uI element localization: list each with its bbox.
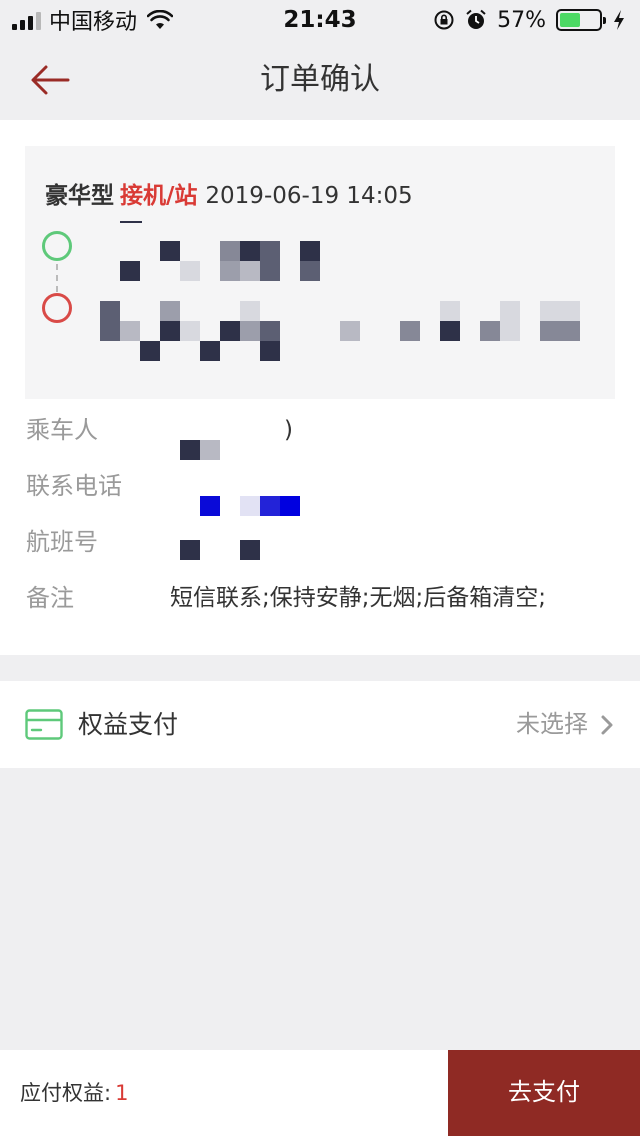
benefit-payment-status: 未选择 [516,710,588,738]
start-location-icon [42,231,72,261]
amount-due: 应付权益: 1 [20,1050,128,1136]
phone-label: 联系电话 [26,472,122,500]
rotation-lock-icon [434,10,454,30]
battery-percent: 57% [497,7,546,33]
battery-icon [556,9,606,31]
trip-datetime: 2019-06-19 14:05 [205,183,413,209]
status-bar: 中国移动 21:43 57% [0,0,640,40]
pay-button[interactable]: 去支付 [448,1050,640,1136]
flight-number-redacted [180,540,260,560]
passenger-name-redacted [180,440,220,460]
passenger-label: 乘车人 [26,416,98,444]
flight-row: 航班号 [0,522,640,562]
trip-card: 豪华型 接机/站 2019-06-19 14:05 [25,146,615,399]
passenger-value: ) [284,417,293,443]
destination-address-redacted [100,301,590,361]
alarm-icon [466,9,486,29]
service-type: 接机/站 [120,183,198,209]
amount-due-value: 1 [115,1081,129,1105]
pickup-address-redacted [120,221,360,301]
chevron-right-icon [601,715,613,735]
nav-bar: 订单确认 [0,40,640,120]
back-arrow-icon[interactable] [28,62,72,98]
amount-due-label: 应付权益: [20,1081,112,1105]
bottom-bar: 应付权益: 1 去支付 [0,1050,640,1136]
card-icon [25,709,63,740]
benefit-payment-label: 权益支付 [78,710,179,739]
route-line [56,264,58,292]
remark-label: 备注 [26,584,74,612]
end-location-icon [42,293,72,323]
remark-row: 备注 短信联系;保持安静;无烟;后备箱清空; [0,578,640,618]
charging-icon [614,10,624,30]
phone-number-redacted [200,496,300,516]
benefit-payment-row[interactable]: 权益支付 未选择 [0,681,640,768]
passenger-row: 乘车人 ) [0,410,640,460]
flight-label: 航班号 [26,528,98,556]
phone-row: 联系电话 [0,466,640,516]
order-section: 豪华型 接机/站 2019-06-19 14:05 乘车人) 联系电话 航班号… [0,120,640,655]
car-type: 豪华型 [45,183,114,209]
trip-header: 豪华型 接机/站 2019-06-19 14:05 [45,176,413,210]
status-right: 57% [433,6,626,34]
page-title: 订单确认 [260,62,380,97]
remark-value: 短信联系;保持安静;无烟;后备箱清空; [170,585,546,611]
